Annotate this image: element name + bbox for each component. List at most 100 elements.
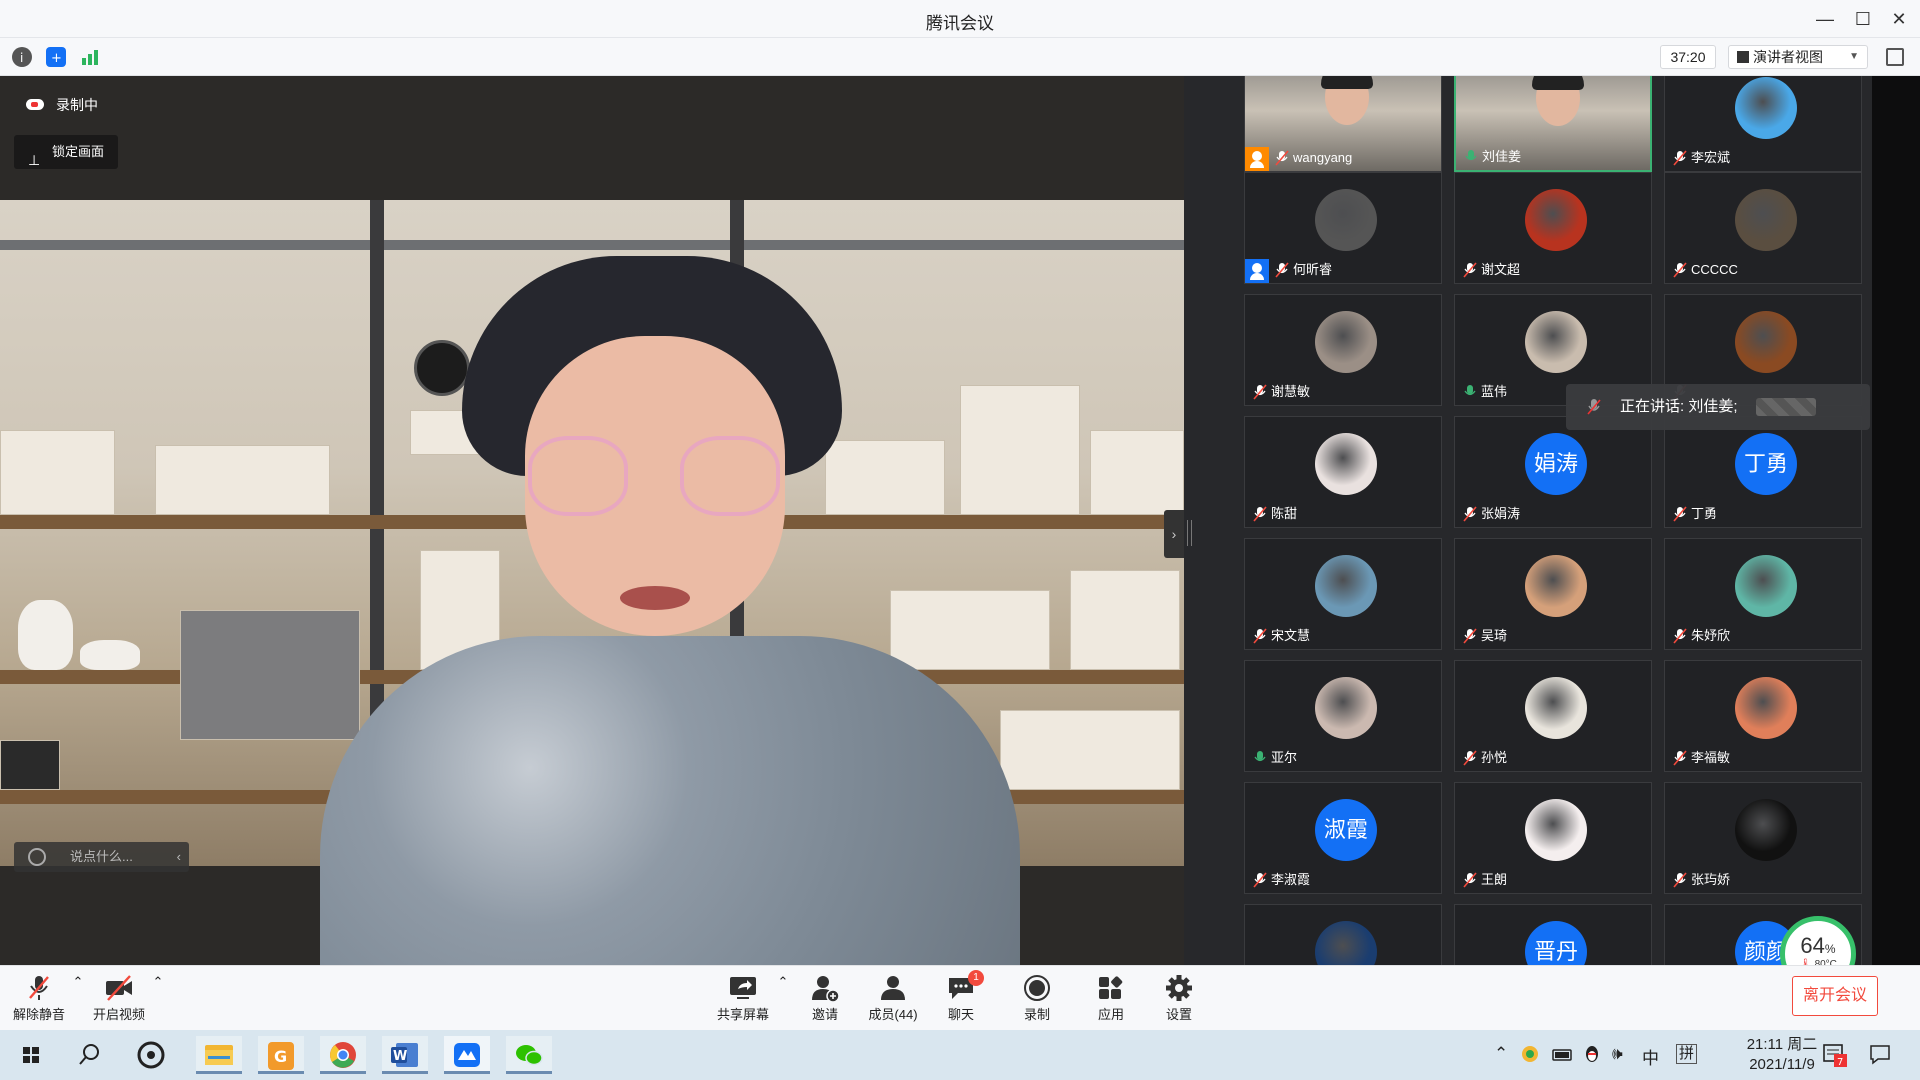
recording-label: 录制中 (56, 97, 98, 113)
participant-tile[interactable]: 谢慧敏 (1244, 294, 1442, 406)
search-icon[interactable] (66, 1036, 112, 1074)
view-mode-dropdown[interactable]: 演讲者视图 ▼ (1728, 45, 1868, 69)
window-title: 腾讯会议 (926, 14, 994, 33)
participant-name-text: 李淑霞 (1271, 872, 1311, 887)
fullscreen-icon[interactable] (1886, 48, 1904, 66)
participant-tile[interactable]: 淑霞 李淑霞 (1244, 782, 1442, 894)
start-video-button[interactable]: 开启视频 (84, 974, 154, 1024)
minimize-icon[interactable]: — (1810, 6, 1840, 32)
wechat-icon[interactable] (506, 1036, 552, 1074)
clock-date: 2021/11/9 (1749, 1056, 1815, 1073)
mic-muted-icon (29, 976, 49, 1000)
panel-splitter[interactable] (1184, 76, 1240, 965)
avatar (1525, 677, 1587, 739)
participant-tile[interactable]: 宋文慧 (1244, 538, 1442, 650)
mic-muted-icon (1673, 628, 1687, 644)
share-screen-button[interactable]: 共享屏幕 (708, 974, 778, 1024)
speaker-view-icon (1737, 51, 1749, 63)
qq-tray-icon[interactable] (1582, 1044, 1602, 1069)
participant-tile[interactable]: 晋丹 (1454, 904, 1652, 965)
volume-icon[interactable]: 🕪 (1612, 1044, 1623, 1064)
participant-tile[interactable]: 孙悦 (1454, 660, 1652, 772)
participant-tile[interactable]: 刘佳姜 (1454, 76, 1652, 172)
members-button[interactable]: 成员(44) (858, 974, 928, 1024)
mic-muted-icon (1673, 506, 1687, 522)
participant-name-text: 亚尔 (1271, 750, 1298, 765)
blurred-name (1756, 398, 1816, 416)
shelf-rail (0, 240, 1184, 250)
avatar (1315, 921, 1377, 965)
unmute-button[interactable]: 解除静音 (4, 974, 74, 1024)
participant-tile[interactable]: 朱妤欣 (1664, 538, 1862, 650)
invite-button[interactable]: 邀请 (790, 974, 860, 1024)
participant-tile[interactable]: 张玙娇 (1664, 782, 1862, 894)
maximize-icon[interactable]: ☐ (1848, 6, 1878, 32)
participant-tile[interactable]: 丁勇 丁勇 (1664, 416, 1862, 528)
chat-unread-badge: 1 (968, 970, 984, 986)
chat-button[interactable]: 1 聊天 (926, 970, 996, 1024)
mic-muted-icon (1673, 262, 1687, 278)
notification-center-icon[interactable]: 7 (1822, 1042, 1848, 1073)
participant-tile[interactable]: 李福敏 (1664, 660, 1862, 772)
main-speaker-video[interactable]: 录制中 ⊥ 锁定画面 说点什么... ‹ › (0, 76, 1184, 965)
video-options-chevron[interactable]: ⌃ (152, 974, 164, 1024)
participant-tile[interactable]: 何昕睿 (1244, 172, 1442, 284)
app-icon[interactable] (128, 1036, 174, 1074)
gear-icon (1166, 975, 1192, 1001)
action-center-icon[interactable] (1868, 1042, 1892, 1071)
record-icon (1024, 975, 1050, 1001)
participant-name: 李福敏 (1669, 747, 1730, 769)
apps-button[interactable]: 应用 (1076, 974, 1146, 1024)
mic-on-icon (1464, 385, 1476, 396)
record-button[interactable]: 录制 (1002, 974, 1072, 1024)
ime-mode-indicator[interactable]: 拼 (1676, 1044, 1698, 1064)
avatar (1735, 77, 1797, 139)
chrome-icon[interactable] (320, 1036, 366, 1074)
file-explorer-icon[interactable] (196, 1036, 242, 1074)
ime-indicator[interactable]: 中 (1642, 1044, 1659, 1069)
battery-icon[interactable] (1552, 1044, 1574, 1069)
participant-name-text: 刘佳姜 (1482, 149, 1522, 164)
audio-options-chevron[interactable]: ⌃ (72, 974, 84, 1024)
participant-tile[interactable]: 李宏斌 (1664, 76, 1862, 172)
close-icon[interactable]: ✕ (1884, 6, 1914, 32)
participant-tile[interactable]: 谢文超 (1454, 172, 1652, 284)
chat-placeholder: 说点什么... (70, 849, 133, 864)
members-label: 成员(44) (868, 1007, 918, 1022)
svg-text:G: G (274, 1047, 287, 1066)
participant-tile[interactable]: 亚尔 (1244, 660, 1442, 772)
participant-tile[interactable]: 陈甜 (1244, 416, 1442, 528)
participant-tile[interactable]: 王朗 (1454, 782, 1652, 894)
share-options-chevron[interactable]: ⌃ (777, 974, 789, 1024)
leave-meeting-button[interactable]: 离开会议 (1792, 976, 1878, 1016)
signal-icon[interactable] (80, 47, 100, 67)
info-icon[interactable]: i (12, 47, 32, 67)
active-speaker-tooltip: 正在讲话: 刘佳姜; (1566, 384, 1870, 430)
taskbar-clock[interactable]: 21:11 周二 2021/11/9 (1742, 1035, 1822, 1075)
participant-tile[interactable]: wangyang (1244, 76, 1442, 172)
splitter-handle[interactable] (1187, 520, 1192, 546)
emoji-icon[interactable] (28, 848, 46, 866)
participant-name: 孙悦 (1459, 747, 1507, 769)
lock-view-button[interactable]: ⊥ 锁定画面 (14, 135, 119, 169)
pdf-app-icon[interactable]: G (258, 1036, 304, 1074)
tencent-meeting-icon[interactable] (444, 1036, 490, 1074)
mic-muted-icon (1463, 872, 1477, 888)
word-icon[interactable]: W (382, 1036, 428, 1074)
participant-tile[interactable]: 吴琦 (1454, 538, 1652, 650)
clock-prop (414, 340, 470, 396)
collapse-panel-button[interactable]: › (1164, 510, 1184, 558)
svg-text:W: W (393, 1049, 407, 1064)
participant-tile[interactable]: CCCCC (1664, 172, 1862, 284)
settings-button[interactable]: 设置 (1144, 974, 1214, 1024)
avatar (1525, 555, 1587, 617)
show-hidden-icons-chevron[interactable]: ⌃ (1494, 1044, 1508, 1064)
shield-icon[interactable]: + (46, 47, 66, 67)
chevron-left-icon[interactable]: ‹ (177, 842, 181, 872)
tray-app-icon[interactable] (1520, 1044, 1540, 1069)
participant-name: 吴琦 (1459, 625, 1507, 647)
participant-tile[interactable]: 娟涛 张娟涛 (1454, 416, 1652, 528)
windows-start-icon[interactable] (8, 1036, 54, 1074)
chat-input[interactable]: 说点什么... ‹ (14, 842, 189, 872)
participant-tile[interactable] (1244, 904, 1442, 965)
